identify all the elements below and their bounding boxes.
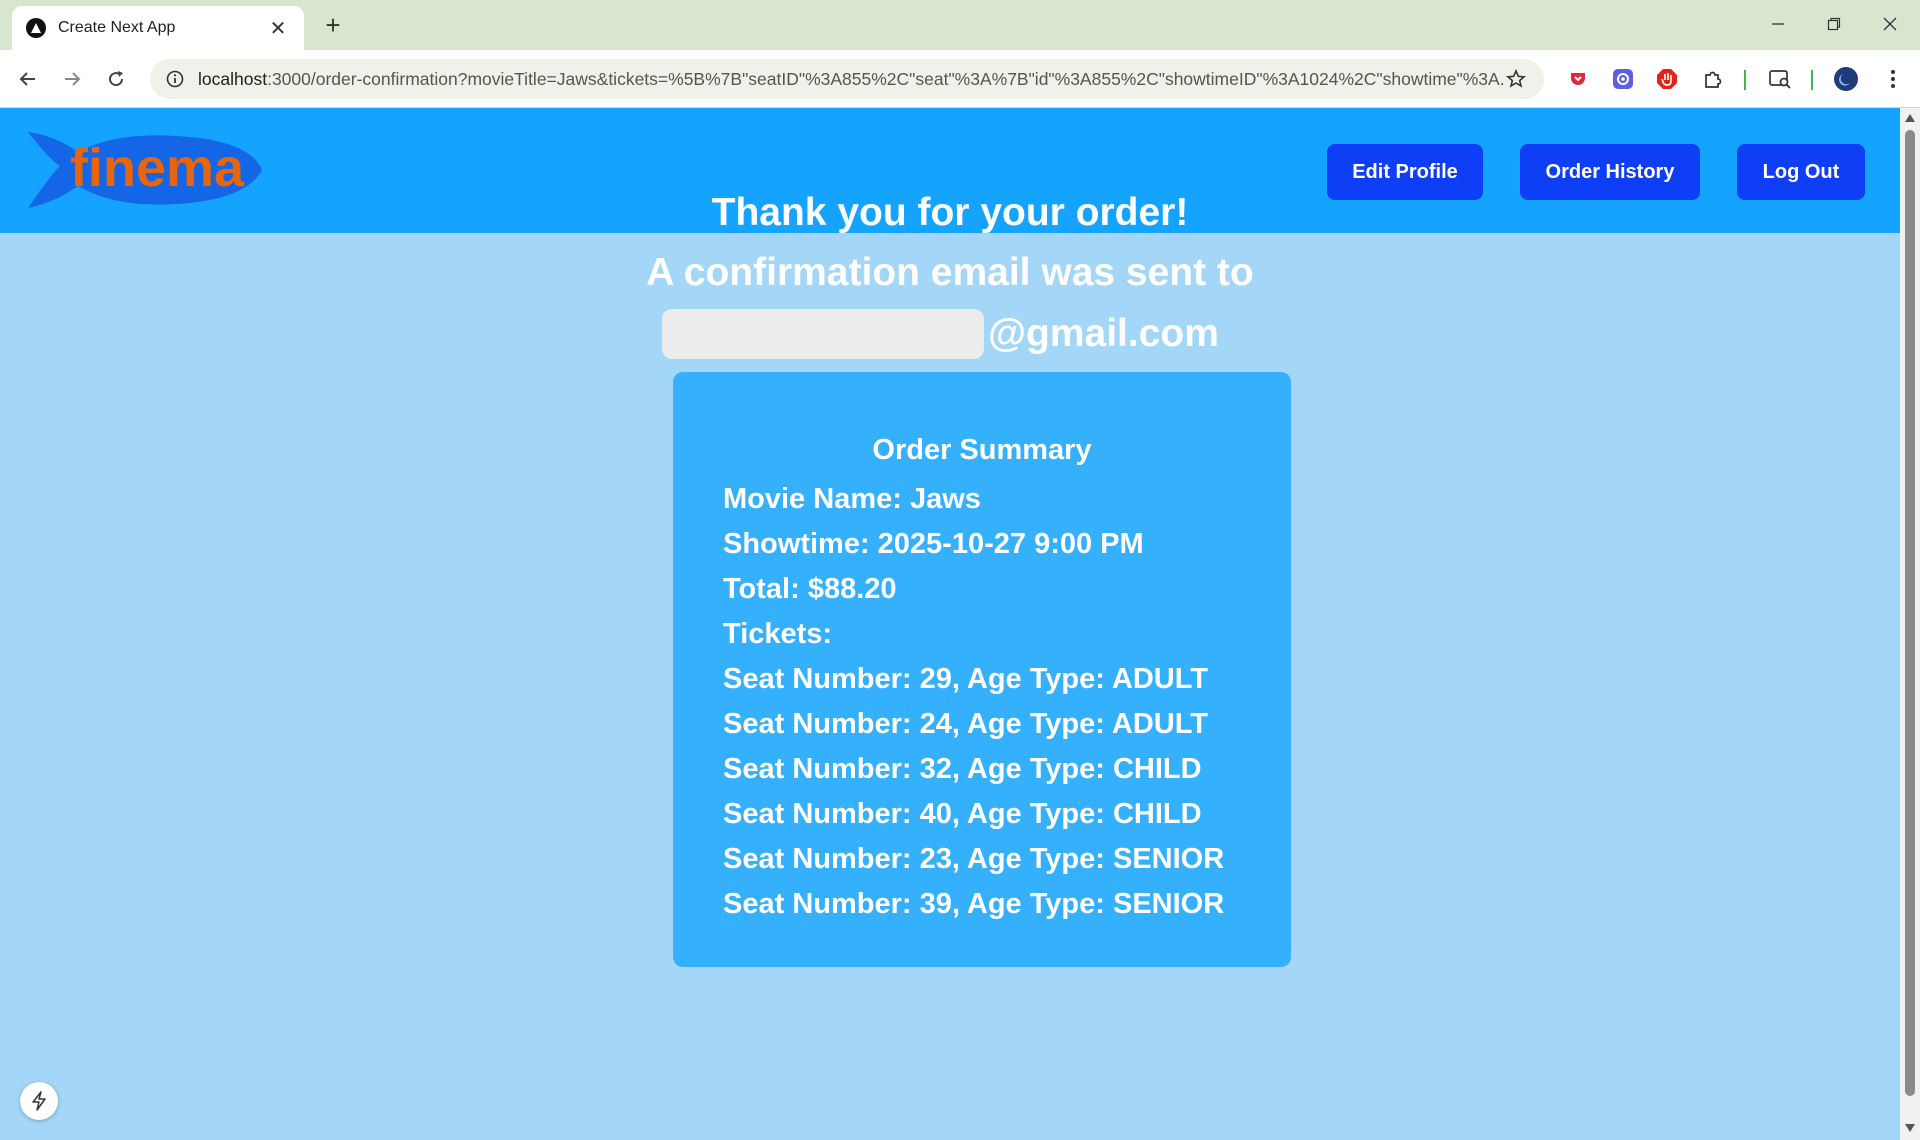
minimize-icon <box>1772 23 1784 25</box>
page-scrollbar[interactable] <box>1900 108 1920 1140</box>
nextjs-devtools-button[interactable] <box>20 1082 58 1120</box>
url-text[interactable]: localhost:3000/order-confirmation?movieT… <box>198 69 1504 90</box>
back-arrow-icon <box>19 72 35 86</box>
toolbar-separator <box>1811 70 1813 90</box>
reload-icon <box>109 71 124 87</box>
restore-button[interactable] <box>1806 6 1862 42</box>
email-address: @gmail.com <box>662 306 1219 362</box>
order-summary-card: Order Summary Movie Name: Jaws Showtime:… <box>673 372 1291 967</box>
browser-tab[interactable]: Create Next App ✕ <box>12 6 304 50</box>
forward-arrow-icon <box>65 72 81 86</box>
extension-adblock-icon[interactable] <box>1651 63 1683 95</box>
restore-icon <box>1827 17 1841 31</box>
email-notice-heading: A confirmation email was sent to <box>646 251 1254 294</box>
ticket-line: Seat Number: 40, Age Type: CHILD <box>723 798 1202 830</box>
forward-button[interactable] <box>54 61 90 97</box>
extensions-puzzle-icon[interactable] <box>1697 63 1729 95</box>
page-viewport: finema Edit Profile Order History Log Ou… <box>0 108 1900 1140</box>
browser-tab-strip: Create Next App ✕ + <box>0 0 1920 50</box>
scroll-up-arrow-icon[interactable] <box>1904 112 1916 124</box>
bookmark-star-icon[interactable] <box>1504 67 1528 91</box>
site-info-icon[interactable] <box>164 68 186 90</box>
ticket-line: Seat Number: 23, Age Type: SENIOR <box>723 843 1225 875</box>
tickets-label: Tickets: <box>723 618 833 650</box>
ticket-line: Seat Number: 32, Age Type: CHILD <box>723 753 1202 785</box>
email-domain: @gmail.com <box>988 312 1219 355</box>
new-tab-button[interactable]: + <box>318 10 348 40</box>
tab-title: Create Next App <box>58 19 176 36</box>
close-icon <box>1883 17 1897 31</box>
browser-menu-icon[interactable] <box>1877 63 1909 95</box>
toolbar-separator <box>1744 70 1746 90</box>
nextjs-favicon-icon <box>26 18 46 38</box>
order-summary-details: Movie Name: Jaws Showtime: 2025-10-27 9:… <box>723 477 1224 927</box>
extension-pocket-icon[interactable] <box>1562 63 1594 95</box>
extension-gear-icon[interactable] <box>1607 63 1639 95</box>
redacted-email-username <box>662 309 984 359</box>
order-summary-title: Order Summary <box>872 434 1092 466</box>
ticket-line: Seat Number: 24, Age Type: ADULT <box>723 708 1209 740</box>
url-host: localhost <box>198 68 268 89</box>
minimize-button[interactable] <box>1750 6 1806 42</box>
reload-button[interactable] <box>98 61 134 97</box>
profile-avatar-icon[interactable] <box>1830 63 1862 95</box>
ticket-line: Seat Number: 29, Age Type: ADULT <box>723 663 1209 695</box>
scroll-down-arrow-icon[interactable] <box>1904 1122 1916 1134</box>
total-line: Total: $88.20 <box>723 573 897 605</box>
movie-name-line: Movie Name: Jaws <box>723 483 981 515</box>
showtime-line: Showtime: 2025-10-27 9:00 PM <box>723 528 1144 560</box>
url-path: :3000/order-confirmation?movieTitle=Jaws… <box>267 68 1504 89</box>
tab-search-icon[interactable] <box>1764 63 1796 95</box>
close-window-button[interactable] <box>1862 6 1918 42</box>
thank-you-heading: Thank you for your order! <box>711 191 1189 234</box>
lightning-bolt-icon <box>32 1091 46 1111</box>
browser-toolbar: localhost:3000/order-confirmation?movieT… <box>0 50 1920 108</box>
tab-close-icon[interactable]: ✕ <box>266 16 290 41</box>
ticket-line: Seat Number: 39, Age Type: SENIOR <box>723 888 1225 920</box>
scrollbar-thumb[interactable] <box>1905 130 1915 1096</box>
address-bar[interactable]: localhost:3000/order-confirmation?movieT… <box>150 59 1544 99</box>
back-button[interactable] <box>10 61 46 97</box>
